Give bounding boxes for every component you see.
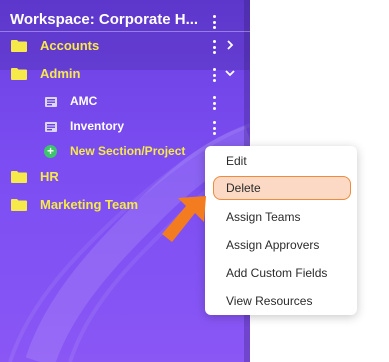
menu-item-assign-approvers[interactable]: Assign Approvers xyxy=(213,233,351,257)
menu-item-label: View Resources xyxy=(226,294,313,308)
menu-item-label: Assign Teams xyxy=(226,210,301,224)
chevron-right-icon[interactable] xyxy=(224,38,236,52)
menu-item-delete[interactable]: Delete xyxy=(213,176,351,200)
menu-item-assign-teams[interactable]: Assign Teams xyxy=(213,205,351,229)
menu-item-edit[interactable]: Edit xyxy=(213,149,351,173)
kebab-icon[interactable] xyxy=(211,40,217,54)
menu-item-label: Delete xyxy=(226,181,261,195)
menu-item-label: Add Custom Fields xyxy=(226,266,328,280)
sidebar-item-label: AMC xyxy=(70,94,98,108)
sidebar-item-label: Marketing Team xyxy=(40,197,139,212)
document-icon xyxy=(45,122,57,132)
plus-circle-icon: + xyxy=(44,145,57,158)
chevron-down-icon[interactable] xyxy=(224,66,236,80)
sidebar-item-label: Inventory xyxy=(70,119,125,133)
kebab-icon[interactable] xyxy=(211,68,217,82)
kebab-icon[interactable] xyxy=(211,121,217,135)
sidebar-item-label: Admin xyxy=(40,66,81,81)
sidebar-subitem-inventory[interactable]: Inventory xyxy=(0,115,250,139)
folder-icon xyxy=(11,40,27,52)
folder-icon xyxy=(11,199,27,211)
arrow-pointer-icon xyxy=(162,196,206,242)
context-menu: Edit Delete Assign Teams Assign Approver… xyxy=(205,146,357,315)
folder-icon xyxy=(11,171,27,183)
sidebar-subitem-amc[interactable]: AMC xyxy=(0,90,250,114)
menu-item-label: Assign Approvers xyxy=(226,238,320,252)
workspace-title: Workspace: Corporate H... xyxy=(10,11,199,28)
sidebar-item-label: Accounts xyxy=(40,38,100,53)
workspace-kebab-icon[interactable] xyxy=(211,15,217,29)
title-divider xyxy=(0,31,250,32)
menu-item-view-resources[interactable]: View Resources xyxy=(213,289,351,313)
sidebar-item-label: HR xyxy=(40,169,59,184)
folder-icon xyxy=(11,68,27,80)
menu-item-add-custom-fields[interactable]: Add Custom Fields xyxy=(213,261,351,285)
sidebar-item-accounts[interactable]: Accounts xyxy=(0,34,250,58)
menu-item-label: Edit xyxy=(226,154,247,168)
sidebar-item-admin[interactable]: Admin xyxy=(0,62,250,86)
new-section-label: New Section/Project xyxy=(70,144,186,158)
kebab-icon[interactable] xyxy=(211,96,217,110)
document-icon xyxy=(45,97,57,107)
